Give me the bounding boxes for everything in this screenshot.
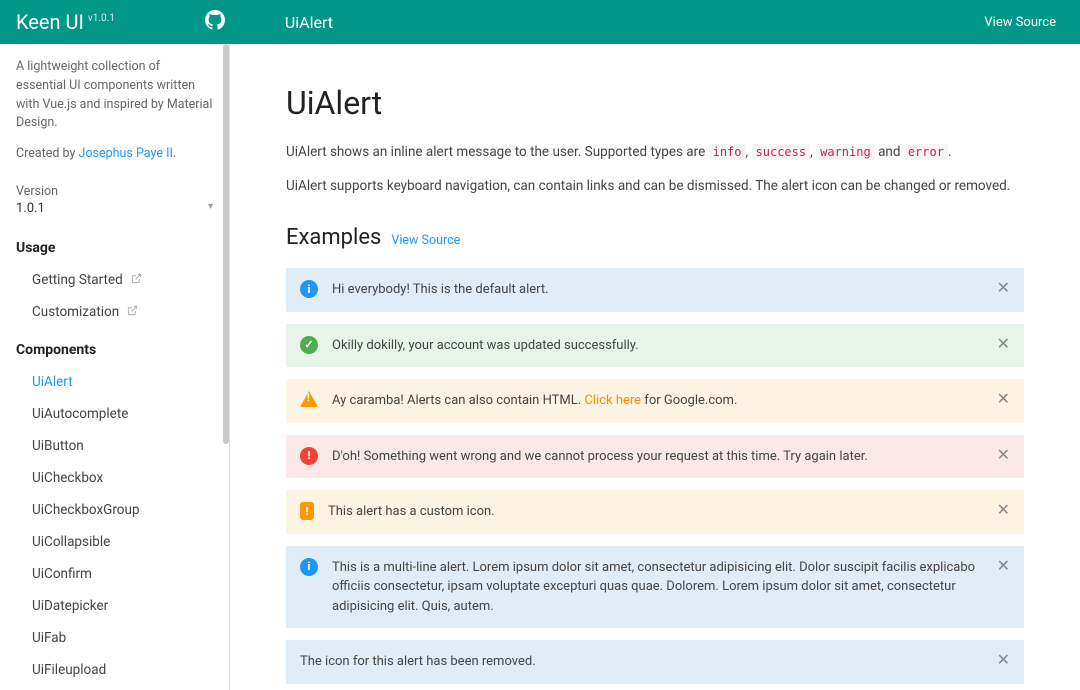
alert-error: ! D'oh! Something went wrong and we canno… xyxy=(286,435,1024,479)
check-icon: ✓ xyxy=(300,336,318,354)
alert-body: Okilly dokilly, your account was updated… xyxy=(332,336,985,356)
code-success: success xyxy=(752,144,811,160)
sidebar-description: A lightweight collection of essential UI… xyxy=(0,58,229,145)
alert-warning: Ay caramba! Alerts can also contain HTML… xyxy=(286,379,1024,423)
sidebar-item-uiconfirm[interactable]: UiConfirm xyxy=(0,558,229,590)
sidebar-item-uifileupload[interactable]: UiFileupload xyxy=(0,654,229,686)
info-icon: i xyxy=(300,280,318,298)
close-icon[interactable]: ✕ xyxy=(997,391,1010,407)
page-title: UiAlert xyxy=(286,84,1024,122)
close-icon[interactable]: ✕ xyxy=(997,336,1010,352)
logo[interactable]: Keen UIv1.0.1 xyxy=(16,10,115,34)
version-select[interactable]: 1.0.1▾ xyxy=(0,201,229,226)
view-source-link[interactable]: View Source xyxy=(984,15,1056,30)
section-usage: Usage xyxy=(0,226,229,264)
sidebar-item-uidatepicker[interactable]: UiDatepicker xyxy=(0,590,229,622)
examples-view-source-link[interactable]: View Source xyxy=(391,233,460,248)
examples-heading: Examples View Source xyxy=(286,225,1024,250)
author-link[interactable]: Josephus Paye II xyxy=(79,146,173,161)
code-info: info xyxy=(709,144,746,160)
alert-body: Hi everybody! This is the default alert. xyxy=(332,280,985,300)
code-error: error xyxy=(904,144,948,160)
error-icon: ! xyxy=(300,447,318,465)
alert-body: This is a multi-line alert. Lorem ipsum … xyxy=(332,558,985,617)
custom-icon: ! xyxy=(300,502,314,520)
github-icon[interactable] xyxy=(205,10,225,34)
sidebar-item-uialert[interactable]: UiAlert xyxy=(0,366,229,398)
alert-link[interactable]: Click here xyxy=(584,393,641,408)
header-title: UiAlert xyxy=(285,13,333,32)
close-icon[interactable]: ✕ xyxy=(997,502,1010,518)
alert-body: D'oh! Something went wrong and we cannot… xyxy=(332,447,985,467)
sidebar-item-uicollapsible[interactable]: UiCollapsible xyxy=(0,526,229,558)
alert-success: ✓ Okilly dokilly, your account was update… xyxy=(286,324,1024,368)
intro-paragraph-1: UiAlert shows an inline alert message to… xyxy=(286,142,1024,164)
alert-info: i Hi everybody! This is the default alert… xyxy=(286,268,1024,312)
external-link-icon xyxy=(131,272,142,288)
close-icon[interactable]: ✕ xyxy=(997,280,1010,296)
sidebar-author: Created by Josephus Paye II. xyxy=(0,145,229,176)
scrollbar[interactable] xyxy=(223,44,229,444)
sidebar: A lightweight collection of essential UI… xyxy=(0,44,230,690)
intro-paragraph-2: UiAlert supports keyboard navigation, ca… xyxy=(286,176,1024,198)
alert-info: The icon for this alert has been removed… xyxy=(286,640,1024,684)
alert-body: This alert has a custom icon. xyxy=(328,502,985,522)
alert-info: i This is a multi-line alert. Lorem ipsum… xyxy=(286,546,1024,629)
alert-body: Ay caramba! Alerts can also contain HTML… xyxy=(332,391,985,411)
external-link-icon xyxy=(127,304,138,320)
sidebar-item-uifab[interactable]: UiFab xyxy=(0,622,229,654)
app-header: Keen UIv1.0.1 UiAlert View Source xyxy=(0,0,1080,44)
main-content: UiAlert UiAlert shows an inline alert me… xyxy=(230,44,1080,690)
section-components: Components xyxy=(0,328,229,366)
sidebar-item-customization[interactable]: Customization xyxy=(0,296,229,328)
close-icon[interactable]: ✕ xyxy=(997,558,1010,574)
info-icon: i xyxy=(300,558,318,576)
sidebar-item-uicheckboxgroup[interactable]: UiCheckboxGroup xyxy=(0,494,229,526)
version-badge: v1.0.1 xyxy=(88,13,115,24)
warning-icon xyxy=(300,391,318,407)
chevron-down-icon: ▾ xyxy=(208,201,213,216)
close-icon[interactable]: ✕ xyxy=(997,652,1010,668)
alert-body: The icon for this alert has been removed… xyxy=(300,652,985,672)
sidebar-item-uibutton[interactable]: UiButton xyxy=(0,430,229,462)
alert-warning: ! This alert has a custom icon. ✕ xyxy=(286,490,1024,534)
code-warning: warning xyxy=(816,144,875,160)
sidebar-item-uicheckbox[interactable]: UiCheckbox xyxy=(0,462,229,494)
sidebar-item-uiautocomplete[interactable]: UiAutocomplete xyxy=(0,398,229,430)
close-icon[interactable]: ✕ xyxy=(997,447,1010,463)
version-label: Version xyxy=(0,176,229,201)
sidebar-item-getting-started[interactable]: Getting Started xyxy=(0,264,229,296)
